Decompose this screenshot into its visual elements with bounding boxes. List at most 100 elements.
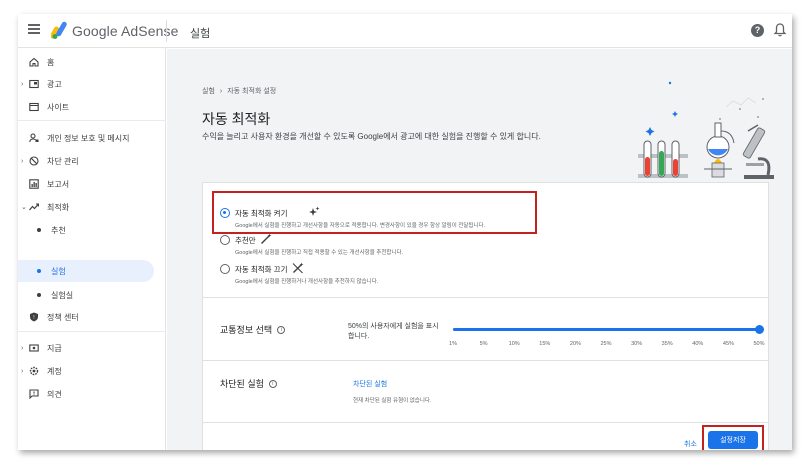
slider-thumb[interactable] — [754, 325, 764, 334]
sidebar-item-privacy-messaging[interactable]: 개인 정보 보호 및 메시지 — [18, 127, 164, 149]
breadcrumb-current: 자동 최적화 설정 — [227, 88, 277, 95]
sidebar: 홈 › 광고 사이트 개인 정보 보호 및 메시지 › 차단 관리 보고서 ⌄ — [18, 48, 166, 450]
option-description: Google에서 실험을 진행하고 직접 적용할 수 있는 개선사항을 추천합니… — [235, 250, 404, 256]
bullet-icon — [37, 293, 41, 297]
sidebar-item-experiments[interactable]: 실험 — [18, 260, 154, 282]
blocked-experiments-note: 현재 차단된 실험 유형이 없습니다. — [353, 398, 432, 404]
slider-tick-label: 1% — [449, 341, 457, 347]
sidebar-item-label: 계정 — [47, 366, 62, 376]
card-divider — [203, 297, 768, 298]
slider-tick-label: 15% — [539, 341, 551, 347]
adsense-logo-icon — [51, 21, 67, 39]
sidebar-item-ads[interactable]: › 광고 — [18, 73, 164, 95]
account-icon — [29, 366, 39, 376]
blocked-experiments-link[interactable]: 차단된 실험 — [353, 379, 387, 389]
blocked-experiments-title: 차단된 실험 — [220, 379, 264, 389]
caret-down-icon[interactable]: ⌄ — [21, 203, 27, 211]
slider-tick-label: 50% — [753, 341, 765, 347]
sidebar-item-label: 지급 — [47, 343, 62, 353]
card-divider — [203, 422, 768, 423]
sidebar-item-labs[interactable]: 실험실 — [18, 284, 164, 306]
sparkle-icon — [309, 206, 320, 216]
slider-tick-label: 45% — [722, 341, 734, 347]
option-description: Google에서 실험을 진행하고 개선사항을 자동으로 적용합니다. 변경사항… — [235, 223, 486, 229]
sidebar-item-label: 홈 — [47, 57, 55, 67]
sidebar-item-label: 실험 — [51, 266, 66, 276]
breadcrumb: 실험 › 자동 최적화 설정 — [202, 86, 276, 96]
sidebar-item-label: 추천 — [51, 225, 66, 235]
topbar-divider — [166, 20, 167, 42]
caret-right-icon[interactable]: › — [21, 345, 23, 352]
caret-right-icon[interactable]: › — [21, 81, 23, 88]
feedback-icon — [29, 389, 39, 399]
sidebar-item-feedback[interactable]: 의견 — [18, 383, 164, 405]
sidebar-item-label: 의견 — [47, 389, 62, 399]
caret-right-icon[interactable]: › — [21, 368, 23, 375]
info-icon[interactable]: i — [277, 325, 286, 334]
settings-card: 자동 최적화 켜기 Google에서 실험을 진행하고 개선사항을 자동으로 적… — [202, 182, 769, 450]
sidebar-item-sites[interactable]: 사이트 — [18, 96, 164, 118]
optimization-icon — [29, 203, 39, 211]
payments-icon — [29, 344, 39, 352]
sidebar-item-blocking-controls[interactable]: › 차단 관리 — [18, 150, 164, 172]
page-title: 자동 최적화 — [202, 111, 271, 127]
save-settings-button[interactable]: 설정저장 — [708, 431, 758, 449]
breadcrumb-experiments-link[interactable]: 실험 — [202, 88, 215, 95]
sidebar-item-account[interactable]: › 계정 — [18, 360, 164, 382]
slider-tick-label: 25% — [600, 341, 612, 347]
top-bar: Google AdSense 실험 ? — [18, 14, 792, 48]
traffic-slider[interactable] — [453, 325, 764, 334]
page-header-title: 실험 — [190, 28, 211, 40]
menu-icon[interactable] — [28, 24, 40, 34]
sidebar-item-label: 최적화 — [47, 202, 70, 212]
sidebar-item-label: 정책 센터 — [47, 312, 79, 322]
sidebar-item-label: 실험실 — [51, 290, 74, 300]
policy-icon: ! — [30, 312, 38, 322]
sidebar-divider — [18, 331, 166, 332]
page-description: 수익을 늘리고 사용자 환경을 개선할 수 있도록 Google에서 광고에 대… — [202, 132, 541, 141]
sidebar-item-policy-center[interactable]: ! 정책 센터 — [18, 306, 164, 328]
blocked-experiments-label: 차단된 실험 i — [220, 377, 277, 390]
traffic-description: 50%의 사용자에게 실험을 표시합니다. — [348, 323, 439, 340]
slider-tick-label: 10% — [508, 341, 520, 347]
svg-text:!: ! — [33, 315, 34, 321]
caret-right-icon[interactable]: › — [21, 158, 23, 165]
notification-bell-icon[interactable] — [774, 23, 786, 37]
sidebar-item-label: 광고 — [47, 79, 62, 89]
option-description: Google에서 실험을 진행하거나 개선사항을 추천하지 않습니다. — [235, 279, 379, 285]
slider-tick-label: 35% — [661, 341, 673, 347]
traffic-selection-title: 교통정보 선택 — [220, 325, 273, 335]
sidebar-item-reports[interactable]: 보고서 — [18, 173, 164, 195]
info-icon[interactable]: i — [268, 379, 277, 388]
wand-off-icon — [292, 262, 304, 274]
option-label: 추천만 — [235, 236, 256, 245]
sidebar-item-label: 개인 정보 보호 및 메시지 — [47, 133, 130, 143]
sidebar-item-payments[interactable]: › 지급 — [18, 337, 164, 359]
slider-tick-label: 40% — [692, 341, 704, 347]
main-content: 실험 › 자동 최적화 설정 자동 최적화 수익을 늘리고 사용자 환경을 개선할 … — [167, 49, 792, 450]
app-window: Google AdSense 실험 ? 홈 › 광고 사이트 개인 정보 보호 … — [18, 14, 792, 450]
slider-tick-label: 20% — [569, 341, 581, 347]
option-label: 자동 최적화 끄기 — [235, 265, 288, 274]
sidebar-item-home[interactable]: 홈 — [18, 51, 164, 73]
reports-icon — [29, 179, 39, 189]
sites-icon — [29, 102, 39, 112]
radio-auto-optimize-on[interactable] — [220, 208, 230, 218]
wand-icon — [261, 233, 272, 244]
sidebar-item-optimization[interactable]: ⌄ 최적화 — [18, 196, 164, 218]
card-divider — [203, 360, 768, 361]
sidebar-divider — [18, 120, 166, 121]
slider-fill — [453, 328, 759, 331]
block-icon — [29, 156, 39, 166]
sidebar-item-recommendations[interactable]: 추천 — [18, 219, 164, 241]
app-name[interactable]: Google AdSense — [72, 23, 178, 39]
radio-auto-optimize-off[interactable] — [220, 264, 230, 274]
breadcrumb-separator: › — [219, 88, 223, 95]
bullet-icon — [37, 228, 41, 232]
sidebar-item-label: 차단 관리 — [47, 156, 79, 166]
radio-recommendations-only[interactable] — [220, 235, 230, 245]
help-icon[interactable]: ? — [751, 24, 764, 37]
cancel-button[interactable]: 취소 — [684, 439, 697, 449]
bullet-icon — [37, 269, 41, 273]
home-icon — [29, 57, 39, 67]
